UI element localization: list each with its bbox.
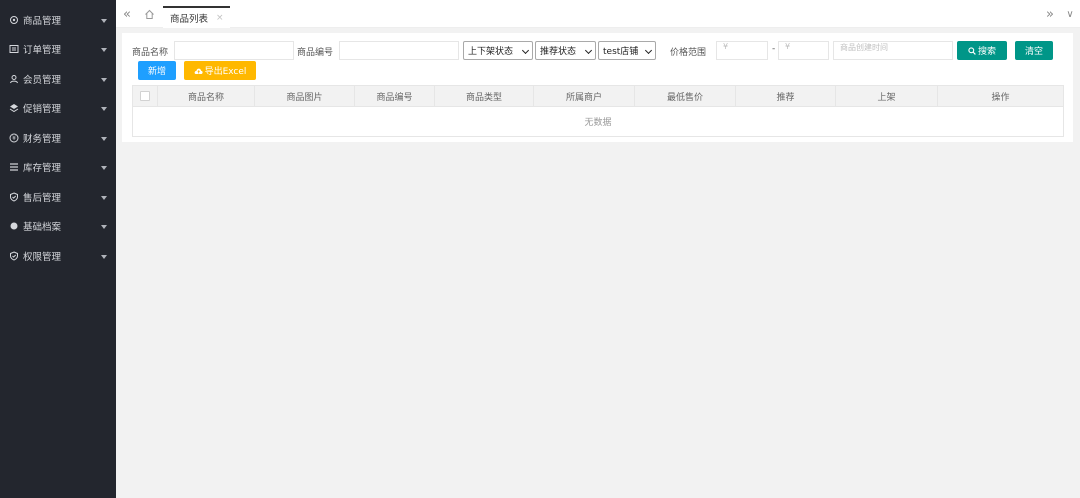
product-code-input[interactable]: [339, 41, 459, 60]
add-button[interactable]: 新增: [138, 61, 176, 80]
table-header: 商品名称 商品图片 商品编号 商品类型 所属商户 最低售价 推荐 上架 操作: [133, 86, 1063, 107]
product-code-label: 商品编号: [297, 48, 334, 58]
sidebar-item-label: 售后管理: [23, 192, 62, 204]
layers-icon: [9, 103, 19, 113]
column-header[interactable]: 最低售价: [635, 86, 736, 106]
clear-label: 清空: [1024, 47, 1043, 57]
product-table: 商品名称 商品图片 商品编号 商品类型 所属商户 最低售价 推荐 上架 操作 无…: [132, 85, 1064, 137]
tab-bar: « 商品列表 × » ∨: [116, 0, 1080, 28]
price-min-input[interactable]: ¥: [716, 41, 768, 60]
recommend-status-select[interactable]: 推荐状态: [535, 41, 596, 60]
sidebar-item-label: 订单管理: [23, 45, 62, 57]
sidebar: 商品管理 订单管理 会员管理 促销管理 ¥ 财务管理 库存管理 售后管理 基础档…: [0, 0, 116, 498]
created-time-input[interactable]: 商品创建时间: [833, 41, 953, 60]
store-select[interactable]: test店铺: [598, 41, 656, 60]
sidebar-item-inventory[interactable]: 库存管理: [0, 153, 116, 183]
money-icon: ¥: [9, 133, 19, 143]
sidebar-item-label: 促销管理: [23, 104, 62, 116]
product-list-panel: 商品名称 商品编号 上下架状态 推荐状态 test店铺 价格范围 ¥ - ¥ 商…: [122, 33, 1073, 142]
sidebar-item-promotions[interactable]: 促销管理: [0, 94, 116, 124]
sidebar-item-aftersales[interactable]: 售后管理: [0, 182, 116, 212]
svg-text:¥: ¥: [12, 135, 16, 142]
chevron-down-icon: [101, 225, 107, 230]
export-label: 导出Excel: [204, 67, 247, 77]
sidebar-item-label: 财务管理: [23, 133, 62, 145]
table-empty-message: 无数据: [584, 118, 612, 128]
column-header[interactable]: 商品类型: [435, 86, 534, 106]
sidebar-item-label: 会员管理: [23, 74, 62, 86]
gear-icon: [9, 15, 19, 25]
column-header[interactable]: 所属商户: [534, 86, 635, 106]
close-icon[interactable]: ×: [216, 13, 224, 23]
sidebar-item-basic-archive[interactable]: 基础档案: [0, 212, 116, 242]
tab-product-list[interactable]: 商品列表 ×: [163, 6, 230, 28]
export-excel-button[interactable]: 导出Excel: [184, 61, 256, 80]
sidebar-item-orders[interactable]: 订单管理: [0, 35, 116, 65]
chevron-down-icon: [584, 46, 593, 55]
search-button[interactable]: 搜索: [957, 41, 1007, 60]
chevron-down-icon[interactable]: ∨: [1062, 0, 1078, 28]
select-value: 上下架状态: [468, 47, 514, 57]
chevron-down-icon: [101, 48, 107, 53]
select-value: 推荐状态: [540, 47, 577, 57]
search-label: 搜索: [977, 47, 996, 57]
home-icon[interactable]: [140, 0, 158, 28]
clear-button[interactable]: 清空: [1015, 41, 1053, 60]
add-label: 新增: [147, 67, 166, 77]
chevron-down-icon: [521, 46, 530, 55]
sidebar-item-members[interactable]: 会员管理: [0, 64, 116, 94]
chevron-down-icon: [101, 136, 107, 141]
tabs-scroll-right-icon[interactable]: »: [1042, 0, 1058, 28]
column-header[interactable]: 商品名称: [158, 86, 255, 106]
column-header[interactable]: 上架: [836, 86, 938, 106]
range-dash: -: [772, 44, 776, 54]
chevron-down-icon: [101, 254, 107, 259]
sidebar-item-permissions[interactable]: 权限管理: [0, 241, 116, 271]
price-range-label: 价格范围: [670, 48, 707, 58]
shelf-status-select[interactable]: 上下架状态: [463, 41, 533, 60]
sidebar-item-label: 商品管理: [23, 15, 62, 27]
select-all-cell: [133, 86, 158, 106]
sidebar-item-label: 库存管理: [23, 163, 62, 175]
list-icon: [9, 44, 19, 54]
chevron-down-icon: [101, 107, 107, 112]
column-header[interactable]: 商品图片: [255, 86, 355, 106]
dot-icon: [9, 221, 19, 231]
cloud-upload-icon: [194, 68, 203, 74]
shield-check-icon: [9, 251, 19, 261]
sidebar-item-finance[interactable]: ¥ 财务管理: [0, 123, 116, 153]
chevron-down-icon: [101, 18, 107, 23]
chevron-down-icon: [101, 195, 107, 200]
sidebar-item-label: 权限管理: [23, 251, 62, 263]
chevron-down-icon: [644, 46, 653, 55]
search-icon: [968, 46, 976, 55]
stack-icon: [9, 162, 19, 172]
column-header[interactable]: 操作: [938, 86, 1063, 106]
product-name-input[interactable]: [174, 41, 294, 60]
shield-icon: [9, 192, 19, 202]
chevron-down-icon: [101, 166, 107, 171]
column-header[interactable]: 推荐: [736, 86, 836, 106]
price-max-input[interactable]: ¥: [778, 41, 829, 60]
sidebar-item-goods[interactable]: 商品管理: [0, 5, 116, 35]
select-all-checkbox[interactable]: [140, 91, 150, 101]
sidebar-item-label: 基础档案: [23, 222, 62, 234]
chevron-down-icon: [101, 77, 107, 82]
tab-label: 商品列表: [170, 14, 209, 25]
product-name-label: 商品名称: [132, 48, 169, 58]
user-icon: [9, 74, 19, 84]
select-value: test店铺: [603, 47, 639, 57]
column-header[interactable]: 商品编号: [355, 86, 435, 106]
tabs-scroll-left-icon[interactable]: «: [118, 0, 136, 28]
